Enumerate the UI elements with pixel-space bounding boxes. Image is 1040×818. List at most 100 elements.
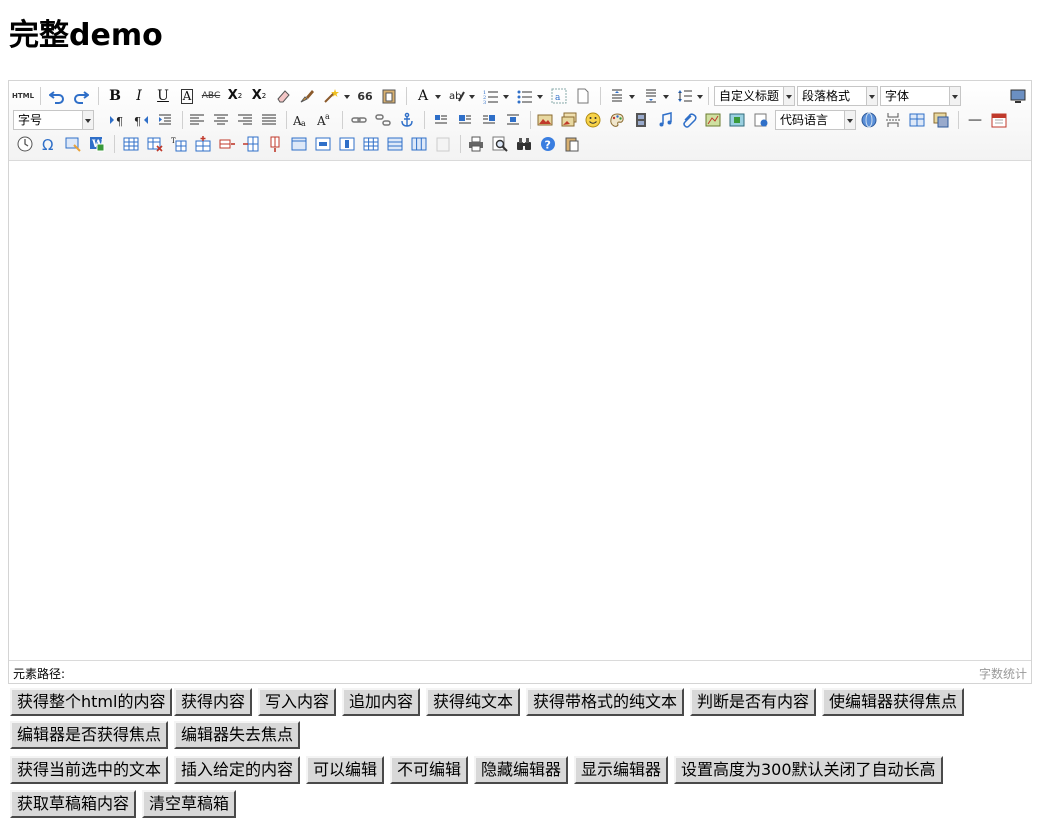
is-focus-button[interactable]: 编辑器是否获得焦点	[10, 721, 169, 749]
get-draft-button[interactable]: 获取草稿箱内容	[10, 790, 137, 818]
delete-table-button[interactable]	[145, 134, 165, 154]
row-spacing-bottom-button[interactable]	[641, 86, 661, 106]
insert-row-button[interactable]	[193, 134, 213, 154]
delete-col-button[interactable]	[265, 134, 285, 154]
set-height-button[interactable]: 设置高度为300默认关闭了自动长高	[674, 756, 943, 784]
preview-button[interactable]	[490, 134, 510, 154]
get-plain-text-button[interactable]: 获得纯文本	[426, 688, 521, 716]
anchor-button[interactable]	[397, 110, 417, 130]
blockquote-button[interactable]: 66	[355, 86, 375, 106]
format-match-button[interactable]	[297, 86, 317, 106]
get-all-html-button[interactable]: 获得整个html的内容	[10, 688, 173, 716]
unlink-button[interactable]	[373, 110, 393, 130]
direction-rtl-button[interactable]: ¶	[131, 110, 151, 130]
set-content-button[interactable]: 写入内容	[258, 688, 337, 716]
chevron-down-icon[interactable]	[537, 95, 543, 99]
has-content-button[interactable]: 判断是否有内容	[690, 688, 817, 716]
justify-left-button[interactable]	[187, 110, 207, 130]
justify-full-button[interactable]	[259, 110, 279, 130]
select-all-button[interactable]: a	[549, 86, 569, 106]
remove-format-button[interactable]	[273, 86, 293, 106]
template-button[interactable]	[907, 110, 927, 130]
line-height-button[interactable]	[675, 86, 695, 106]
insert-table-button[interactable]	[121, 134, 141, 154]
date-button[interactable]	[989, 110, 1009, 130]
unordered-list-button[interactable]	[515, 86, 535, 106]
font-family-select[interactable]: 字体	[880, 86, 961, 106]
music-button[interactable]	[655, 110, 675, 130]
chevron-down-icon[interactable]	[435, 95, 441, 99]
redo-button[interactable]	[71, 86, 91, 106]
set-enabled-button[interactable]: 可以编辑	[306, 756, 385, 784]
underline-button[interactable]: U	[153, 86, 173, 106]
emotion-button[interactable]	[583, 110, 603, 130]
italic-button[interactable]: I	[129, 86, 149, 106]
merge-down-button[interactable]	[337, 134, 357, 154]
clear-doc-button[interactable]	[573, 86, 593, 106]
chevron-down-icon[interactable]	[344, 95, 350, 99]
merge-cells-button[interactable]	[289, 134, 309, 154]
justify-center-button[interactable]	[211, 110, 231, 130]
attachment-button[interactable]	[679, 110, 699, 130]
image-none-button[interactable]	[431, 110, 451, 130]
chevron-down-icon[interactable]	[697, 95, 703, 99]
custom-heading-select[interactable]: 自定义标题	[714, 86, 795, 106]
paragraph-format-select[interactable]: 段落格式	[797, 86, 878, 106]
split-to-rows-button[interactable]	[385, 134, 405, 154]
chevron-down-icon[interactable]	[469, 95, 475, 99]
split-to-cols-button[interactable]	[409, 134, 429, 154]
undo-button[interactable]	[47, 86, 67, 106]
simple-upload-button[interactable]	[535, 110, 555, 130]
set-blur-button[interactable]: 编辑器失去焦点	[174, 721, 301, 749]
bold-button[interactable]: B	[105, 86, 125, 106]
set-show-button[interactable]: 显示编辑器	[574, 756, 669, 784]
insert-html-button[interactable]: 插入给定的内容	[174, 756, 301, 784]
insert-image-button[interactable]	[559, 110, 579, 130]
image-right-button[interactable]	[479, 110, 499, 130]
get-content-button[interactable]: 获得内容	[174, 688, 253, 716]
delete-row-button[interactable]	[217, 134, 237, 154]
chevron-down-icon[interactable]	[503, 95, 509, 99]
help-button[interactable]: ?	[538, 134, 558, 154]
snapscreen-button[interactable]	[63, 134, 83, 154]
paste-plain-button[interactable]	[379, 86, 399, 106]
clear-draft-button[interactable]: 清空草稿箱	[142, 790, 237, 818]
search-replace-button[interactable]	[514, 134, 534, 154]
append-content-button[interactable]: 追加内容	[342, 688, 421, 716]
subscript-button[interactable]: X2	[249, 86, 269, 106]
tolowercase-button[interactable]: Aa	[315, 110, 335, 130]
backcolor-button[interactable]: ab	[447, 86, 467, 106]
chevron-down-icon[interactable]	[663, 95, 669, 99]
time-button[interactable]	[15, 134, 35, 154]
forecolor-button[interactable]: A	[413, 86, 433, 106]
merge-right-button[interactable]	[313, 134, 333, 154]
wordimage-button[interactable]: W	[87, 134, 107, 154]
horizontal-rule-button[interactable]: —	[965, 110, 985, 130]
ordered-list-button[interactable]: 123	[481, 86, 501, 106]
set-disabled-button[interactable]: 不可编辑	[390, 756, 469, 784]
insert-frame-button[interactable]	[751, 110, 771, 130]
scrawl-button[interactable]	[607, 110, 627, 130]
spechars-button[interactable]: Ω	[39, 134, 59, 154]
charts-button[interactable]	[433, 134, 453, 154]
pagebreak-button[interactable]	[883, 110, 903, 130]
code-language-select[interactable]: 代码语言	[775, 110, 856, 130]
insert-video-button[interactable]	[631, 110, 651, 130]
background-button[interactable]	[931, 110, 951, 130]
get-formatted-text-button[interactable]: 获得带格式的纯文本	[526, 688, 685, 716]
print-button[interactable]	[466, 134, 486, 154]
auto-typeset-button[interactable]	[321, 86, 341, 106]
set-hide-button[interactable]: 隐藏编辑器	[474, 756, 569, 784]
chevron-down-icon[interactable]	[629, 95, 635, 99]
image-center-button[interactable]	[503, 110, 523, 130]
strikethrough-button[interactable]: ABC	[201, 86, 221, 106]
direction-ltr-button[interactable]: ¶	[107, 110, 127, 130]
font-size-select[interactable]: 字号	[13, 110, 94, 130]
drafts-button[interactable]	[562, 134, 582, 154]
map-button[interactable]	[703, 110, 723, 130]
source-code-button[interactable]: HTML	[12, 86, 34, 106]
justify-right-button[interactable]	[235, 110, 255, 130]
link-button[interactable]	[349, 110, 369, 130]
insert-paragraph-before-table-button[interactable]: T	[169, 134, 189, 154]
fullscreen-button[interactable]	[1008, 86, 1028, 106]
